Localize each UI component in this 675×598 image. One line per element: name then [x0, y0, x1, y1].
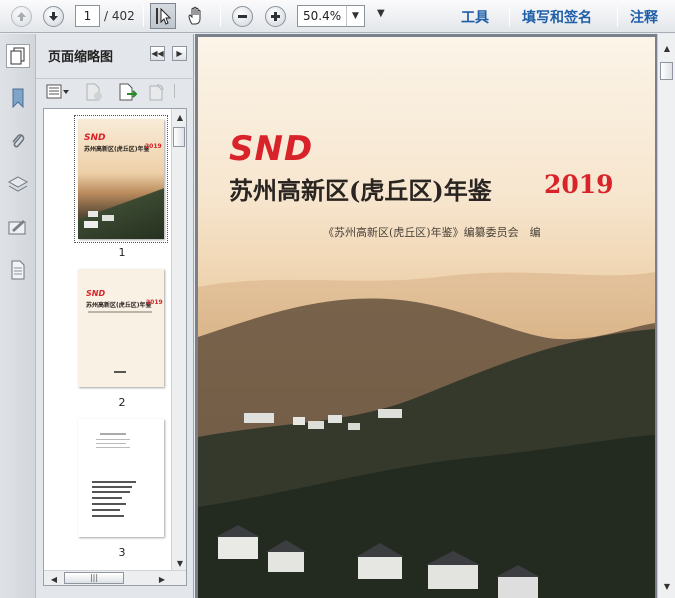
thumbnail-title: 苏州高新区(虎丘区)年鉴 [86, 302, 152, 309]
page-thumbnails-icon[interactable] [6, 44, 30, 68]
toolbar-divider [617, 6, 618, 27]
cover-year: 2019 [544, 170, 614, 199]
panel-title: 页面缩略图 [48, 50, 114, 65]
cover-landscape-image [198, 272, 655, 598]
cover-logo: SND [229, 129, 314, 169]
thumbnail-text-line [114, 371, 126, 373]
document-viewport[interactable]: SND 苏州高新区(虎丘区)年鉴 2019 《苏州高新区(虎丘区)年鉴》编纂委员… [195, 34, 675, 598]
zoom-value: 50.4% [303, 9, 342, 23]
toolbar-more-icon[interactable]: ▼ [377, 8, 385, 19]
next-page-button[interactable] [40, 4, 66, 28]
layers-icon[interactable] [6, 172, 30, 196]
thumbnail-page-1[interactable]: SND 苏州高新区(虎丘区)年鉴 2019 [74, 115, 168, 243]
cover-editor-line: 《苏州高新区(虎丘区)年鉴》编纂委员会 编 [323, 226, 541, 239]
delete-page-icon[interactable] [84, 83, 104, 104]
thumbnail-page-2[interactable]: SND 苏州高新区(虎丘区)年鉴 2019 [78, 269, 164, 387]
options-menu-icon[interactable] [46, 84, 70, 103]
page-number-input[interactable]: 1 [75, 5, 100, 27]
panel-toolbar [36, 78, 194, 104]
thumbnail-logo: SND [84, 133, 106, 143]
more-icon[interactable] [174, 84, 180, 98]
collapse-panel-icon[interactable]: ◀◀ [150, 46, 165, 61]
thumbnail-page-3[interactable] [78, 419, 164, 537]
extract-page-icon[interactable] [118, 83, 138, 104]
scroll-right-icon[interactable]: ▶ [154, 571, 170, 585]
scroll-left-icon[interactable]: ◀ [46, 571, 62, 585]
page-up-icon [10, 5, 32, 27]
thumbnail-scrollbar[interactable]: ▲ ▼ [171, 109, 186, 571]
thumbnail-number: 2 [118, 396, 126, 409]
next-panel-icon[interactable]: ▶ [172, 46, 187, 61]
select-tool-button[interactable] [150, 3, 176, 29]
thumbnail-logo: SND [86, 289, 106, 298]
tools-link[interactable]: 工具 [461, 7, 489, 27]
hand-tool-button[interactable] [183, 4, 209, 28]
zoom-select[interactable]: 50.4% ▼ [297, 5, 365, 27]
main-toolbar: 1 / 402 50.4% ▼ ▼ 工具 填写和签名 注释 [0, 0, 675, 33]
zoom-out-button[interactable] [229, 4, 255, 28]
zoom-in-icon [264, 5, 286, 27]
thumbnail-year: 2019 [145, 143, 162, 150]
navigation-rail [0, 34, 36, 598]
chevron-down-icon[interactable]: ▼ [346, 6, 364, 26]
thumbnail-title: 苏州高新区(虎丘区)年鉴 [84, 146, 150, 153]
bookmark-icon[interactable] [6, 86, 30, 110]
thumbnail-year: 2019 [146, 299, 163, 306]
thumbnail-list: SND 苏州高新区(虎丘区)年鉴 2019 1 SND 苏州高新区(虎丘区)年鉴… [43, 108, 187, 586]
hscroll-thumb[interactable]: ||| [64, 572, 124, 584]
document-page: SND 苏州高新区(虎丘区)年鉴 2019 《苏州高新区(虎丘区)年鉴》编纂委员… [198, 37, 655, 598]
scroll-down-icon[interactable]: ▼ [659, 578, 675, 594]
fill-sign-link[interactable]: 填写和签名 [522, 7, 592, 27]
comment-link[interactable]: 注释 [630, 7, 658, 27]
hand-tool-icon [188, 6, 201, 25]
thumbnails-panel: 页面缩略图 ◀◀ ▶ SND 苏州高新区(虎丘区)年鉴 2019 1 SND 苏… [36, 34, 194, 598]
scroll-up-icon[interactable]: ▲ [172, 109, 186, 125]
cover-title: 苏州高新区(虎丘区)年鉴 [229, 176, 492, 205]
toolbar-divider [143, 6, 144, 27]
page-down-icon [42, 5, 64, 27]
signature-icon[interactable] [6, 215, 30, 239]
select-cursor-icon [156, 7, 171, 25]
thumbnail-number: 3 [118, 546, 126, 559]
scroll-thumb[interactable] [660, 62, 673, 80]
page-total-label: / 402 [104, 9, 135, 23]
toolbar-divider [509, 6, 510, 27]
scroll-thumb[interactable] [173, 127, 185, 147]
scroll-up-icon[interactable]: ▲ [659, 40, 675, 56]
page-icon[interactable] [6, 258, 30, 282]
thumbnail-hscrollbar[interactable]: ◀ ||| ▶ [44, 570, 186, 585]
zoom-out-icon [231, 5, 253, 27]
attachment-icon[interactable] [6, 129, 30, 153]
document-scrollbar[interactable]: ▲ ▼ [657, 34, 675, 598]
thumbnail-text-line [88, 311, 152, 313]
rotate-icon[interactable] [148, 83, 166, 104]
toolbar-divider [220, 6, 221, 27]
thumbnail-number: 1 [118, 246, 126, 259]
previous-page-button[interactable] [8, 4, 34, 28]
scroll-down-icon[interactable]: ▼ [172, 555, 186, 571]
zoom-in-button[interactable] [262, 4, 288, 28]
